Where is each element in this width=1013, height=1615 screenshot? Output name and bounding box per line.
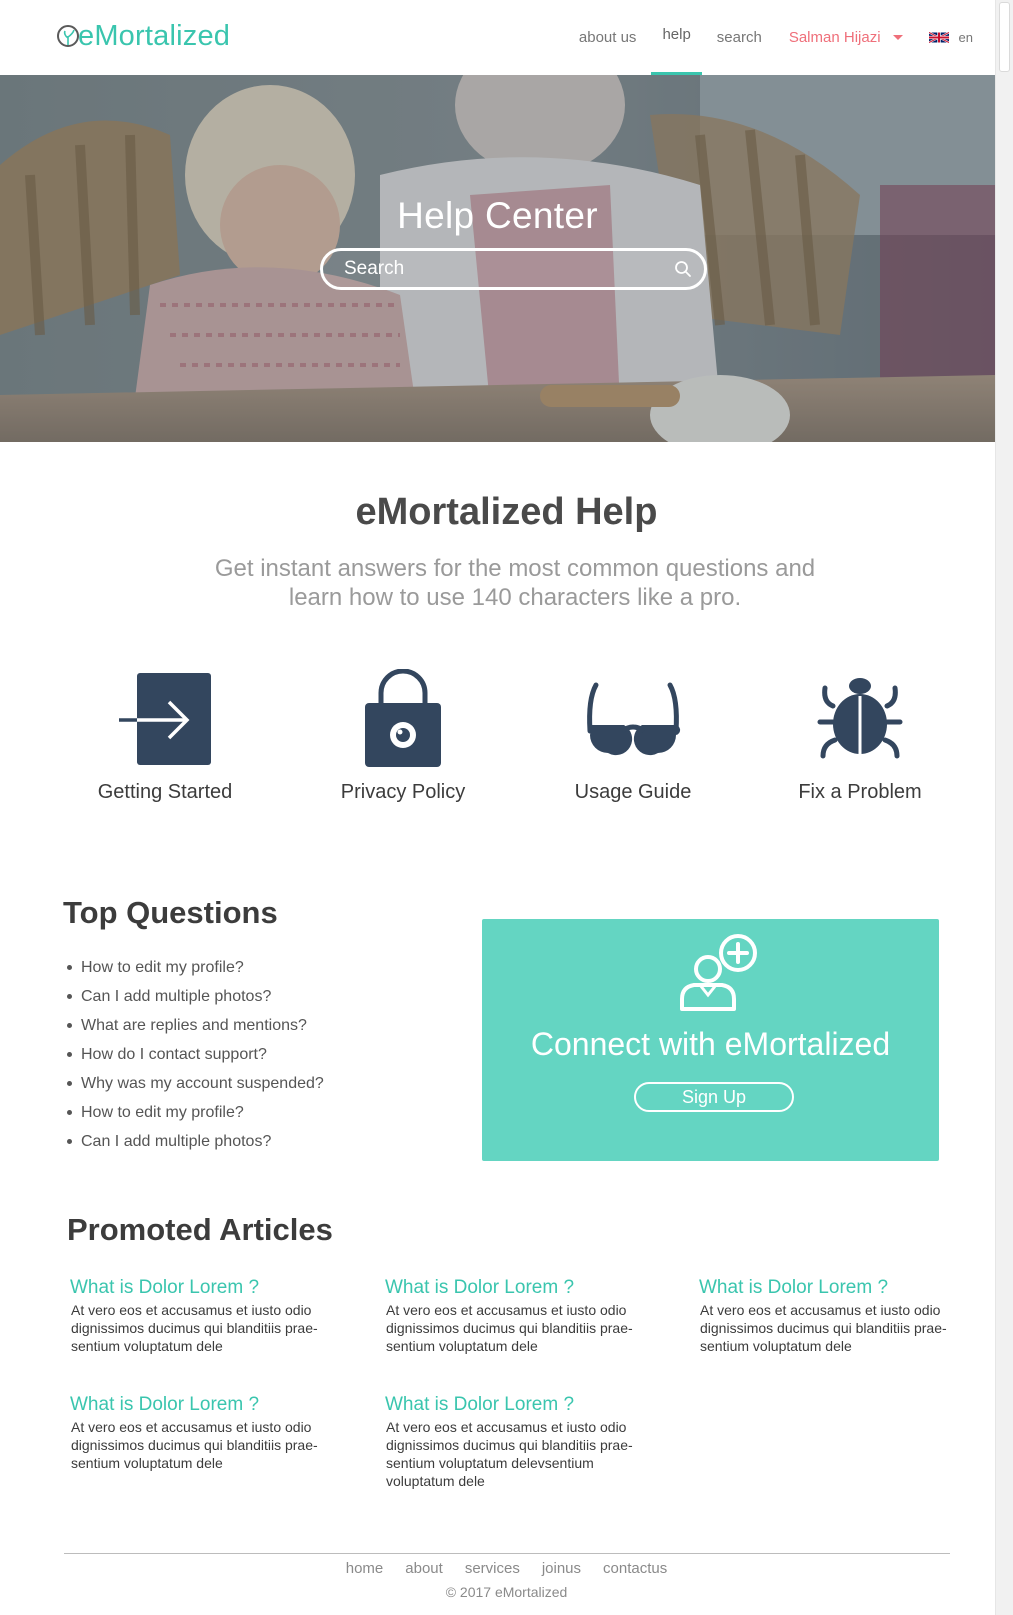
bullet-icon <box>67 1052 72 1057</box>
article-title-link[interactable]: What is Dolor Lorem ? <box>699 1276 974 1300</box>
add-user-icon <box>680 934 757 1011</box>
hero-banner: Help Center <box>0 75 995 442</box>
sign-in-icon <box>119 673 211 765</box>
category-fix-a-problem[interactable]: Fix a Problem <box>745 665 975 804</box>
nav-help[interactable]: help <box>649 0 703 75</box>
article-card: What is Dolor Lorem ? At vero eos et acc… <box>70 1276 345 1355</box>
footer-link-joinus[interactable]: joinus <box>542 1560 581 1577</box>
article-title-link[interactable]: What is Dolor Lorem ? <box>385 1276 660 1300</box>
article-excerpt: At vero eos et accusamus et iusto odio d… <box>71 1302 318 1354</box>
scrollbar[interactable] <box>995 0 1013 1615</box>
page-title: eMortalized Help <box>355 491 658 533</box>
main-nav: about us help search Salman Hijazi en <box>566 0 973 75</box>
footer-link-home[interactable]: home <box>346 1560 384 1577</box>
article-card: What is Dolor Lorem ? At vero eos et acc… <box>70 1393 345 1472</box>
language-selector[interactable]: en <box>913 30 973 45</box>
category-label: Getting Started <box>97 781 233 803</box>
scrollbar-thumb[interactable] <box>999 2 1010 72</box>
nav-about-us-label: about us <box>578 29 637 46</box>
question-link[interactable]: How do I contact support? <box>81 1040 267 1069</box>
nav-search[interactable]: search <box>704 0 775 75</box>
uk-flag-icon <box>928 31 949 44</box>
category-getting-started[interactable]: Getting Started <box>50 665 280 804</box>
category-label: Usage Guide <box>574 781 692 803</box>
question-link[interactable]: What are replies and mentions? <box>81 1011 307 1040</box>
list-item: How to edit my profile? <box>67 953 324 982</box>
article-card: What is Dolor Lorem ? At vero eos et acc… <box>385 1276 660 1355</box>
hero-search-box <box>320 248 707 290</box>
top-header: eMortalized about us help search Salman … <box>0 0 995 75</box>
article-card: What is Dolor Lorem ? At vero eos et acc… <box>385 1393 660 1490</box>
connect-card: Connect with eMortalized Sign Up <box>482 919 939 1161</box>
category-label: Privacy Policy <box>340 781 466 803</box>
user-menu[interactable]: Salman Hijazi <box>775 0 913 75</box>
list-item: Can I add multiple photos? <box>67 982 324 1011</box>
article-title-link[interactable]: What is Dolor Lorem ? <box>70 1393 345 1417</box>
article-excerpt: At vero eos et accusamus et iusto odio d… <box>386 1302 633 1354</box>
list-item: Why was my account suspended? <box>67 1069 324 1098</box>
category-privacy-policy[interactable]: Privacy Policy <box>288 665 518 804</box>
search-icon <box>675 261 691 277</box>
hero-title: Help Center <box>397 195 598 236</box>
article-title-link[interactable]: What is Dolor Lorem ? <box>385 1393 660 1417</box>
article-excerpt: At vero eos et accusamus et iusto odio d… <box>71 1419 318 1471</box>
copyright-icon: © <box>445 1584 457 1600</box>
list-item: How to edit my profile? <box>67 1098 324 1127</box>
language-code: en <box>958 30 973 45</box>
connect-title: Connect with eMortalized <box>530 1026 891 1062</box>
bullet-icon <box>67 965 72 970</box>
list-item: How do I contact support? <box>67 1040 324 1069</box>
category-label: Fix a Problem <box>798 781 922 803</box>
article-excerpt: At vero eos et accusamus et iusto odio d… <box>700 1302 947 1354</box>
article-card: What is Dolor Lorem ? At vero eos et acc… <box>699 1276 974 1355</box>
bullet-icon <box>67 1139 72 1144</box>
question-link[interactable]: How to edit my profile? <box>81 1098 244 1127</box>
user-name: Salman Hijazi <box>788 29 881 46</box>
logo-text: eMortalized <box>78 20 231 52</box>
footer-link-about[interactable]: about <box>405 1560 443 1577</box>
question-link[interactable]: How to edit my profile? <box>81 953 244 982</box>
top-questions-title: Top Questions <box>63 895 278 930</box>
nav-help-label: help <box>662 26 691 43</box>
bullet-icon <box>67 994 72 999</box>
footer-link-contactus[interactable]: contactus <box>603 1560 667 1577</box>
copyright-text: 2017 eMortalized <box>459 1584 568 1600</box>
footer-nav: home about services joinus contactus <box>0 1560 1013 1577</box>
bullet-icon <box>67 1023 72 1028</box>
bullet-icon <box>67 1081 72 1086</box>
chevron-down-icon <box>892 35 903 40</box>
nav-about-us[interactable]: about us <box>566 0 650 75</box>
logo-icon <box>57 25 79 47</box>
help-search-input[interactable] <box>323 258 662 280</box>
logo[interactable]: eMortalized <box>56 18 230 54</box>
footer-link-services[interactable]: services <box>465 1560 520 1577</box>
nav-search-label: search <box>716 29 762 46</box>
category-usage-guide[interactable]: Usage Guide <box>518 665 748 804</box>
footer-divider <box>64 1553 950 1554</box>
padlock-icon <box>365 669 441 767</box>
promoted-articles-title: Promoted Articles <box>67 1212 333 1247</box>
page-subtitle: Get instant answers for the most common … <box>214 555 816 611</box>
search-button[interactable] <box>662 251 704 287</box>
article-title-link[interactable]: What is Dolor Lorem ? <box>70 1276 345 1300</box>
question-link[interactable]: Can I add multiple photos? <box>81 1127 271 1156</box>
question-link[interactable]: Can I add multiple photos? <box>81 982 271 1011</box>
list-item: Can I add multiple photos? <box>67 1127 324 1156</box>
question-link[interactable]: Why was my account suspended? <box>81 1069 324 1098</box>
list-item: What are replies and mentions? <box>67 1011 324 1040</box>
glasses-icon <box>587 682 681 756</box>
bug-icon <box>817 678 903 759</box>
article-excerpt: At vero eos et accusamus et iusto odio d… <box>386 1419 633 1489</box>
sign-up-button[interactable]: Sign Up <box>634 1082 794 1112</box>
bullet-icon <box>67 1110 72 1115</box>
copyright: © 2017 eMortalized <box>0 1584 1013 1600</box>
top-questions-list: How to edit my profile? Can I add multip… <box>67 953 324 1156</box>
